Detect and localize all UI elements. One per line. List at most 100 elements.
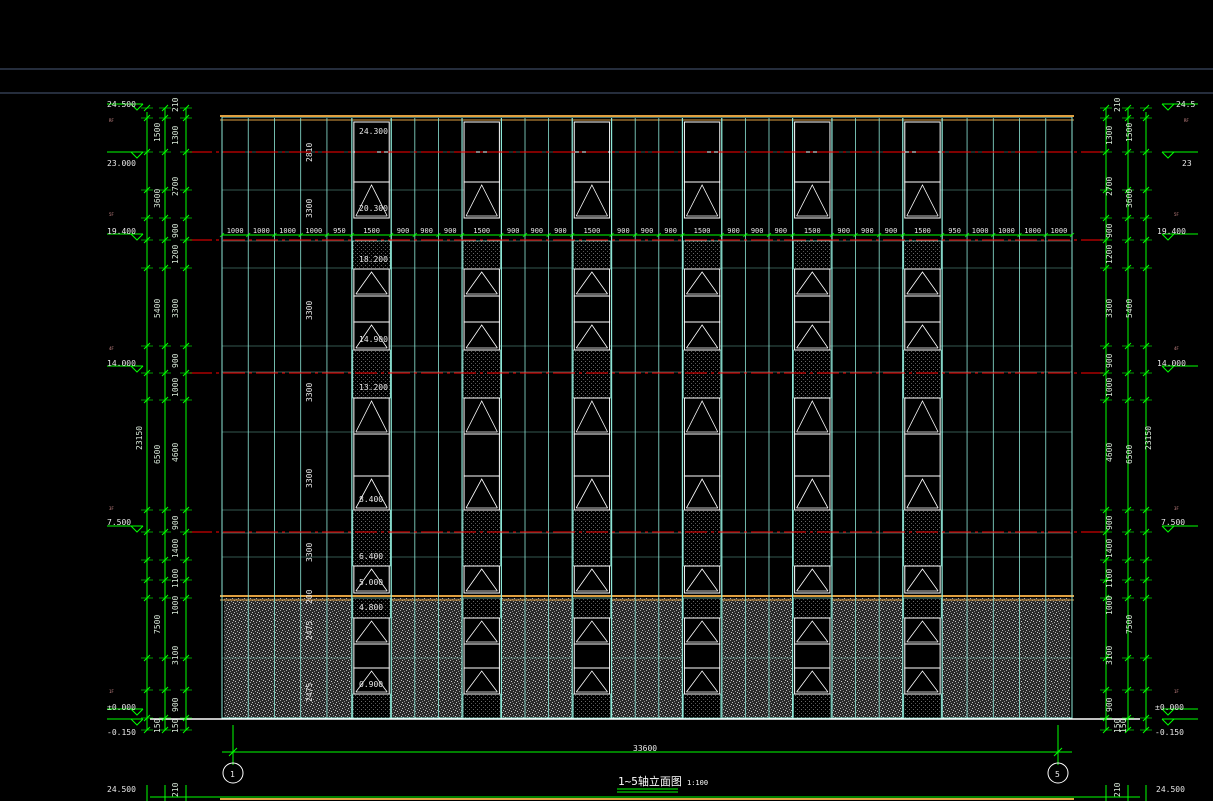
left-elev-2: 23.000 [107,159,136,168]
spandrel-panel [572,349,611,399]
bottom-dimension: 33600 [222,725,1072,765]
right-mid-dim: 7500 [1125,615,1134,634]
window-pane [794,151,831,183]
left-mid-dim: 3600 [153,189,162,208]
left-inner-dim: 1300 [171,126,180,145]
facade-dim-5: 3300 [305,543,314,562]
right-inner-dim: 900 [1105,353,1114,368]
window-elev-14900: 14.900 [359,335,388,344]
bay-dim-label: 900 [420,227,433,235]
window-pane [463,667,500,695]
window-pane [353,643,390,669]
window-pane [904,565,941,594]
floor-tag: 4F [109,346,114,351]
window-pane [463,433,500,477]
floor-tag: 3F [1174,506,1179,511]
right-inner-dim: 1400 [1105,539,1114,558]
window-pane [463,475,500,511]
bay-dim-label: 1000 [279,227,296,235]
spandrel-panel [462,509,501,567]
window-pane [794,268,831,297]
right-mid-dim: 1500 [1125,123,1134,142]
right-elev-below: -0.150 [1155,728,1184,737]
right-inner-dim: 1300 [1105,126,1114,145]
window-elev-20300: 20.300 [359,204,388,213]
right-mid-dim: 5400 [1125,299,1134,318]
left-mid-dim: 6500 [153,445,162,464]
window-pane [904,321,941,351]
window-pane [573,321,611,351]
bay-dim-label: 1000 [1050,227,1067,235]
left-elev-below: -0.150 [107,728,136,737]
bay-dim-label: 900 [444,227,457,235]
window-pane [794,121,831,153]
spandrel-panel [683,597,722,619]
window-elev-6400: 6.400 [359,552,383,561]
window-pane [463,121,500,153]
right-inner-dim: 1200 [1105,245,1114,264]
drawing-title-text: 1~5轴立面图 [618,774,682,788]
window-pane [794,565,831,594]
bay-dim-label: 1500 [914,227,931,235]
window-elev-8400: 8.400 [359,495,383,504]
floor-tag: RF [109,118,114,123]
facade-dim-2: 3300 [305,301,314,320]
window-pane [683,151,721,183]
window-pane [683,667,721,695]
svg-text:5: 5 [1055,770,1060,779]
window-pane [573,181,611,219]
window-pane [683,643,721,669]
window-pane [683,295,721,323]
facade-dim-0: 2810 [305,143,314,162]
right-inner-dim: 210 [1113,97,1122,112]
left-elev-5: 7.500 [107,518,131,527]
right-elev-5: 7.500 [1161,518,1185,527]
right-mid-dim: 3600 [1125,189,1134,208]
spandrel-panel [793,349,832,399]
right-inner-dim: 1000 [1105,596,1114,615]
facade-dim-8: 2475 [305,683,314,702]
window-pane [683,121,721,153]
window-elev-18200: 18.200 [359,255,388,264]
spandrel-panel [572,693,611,719]
spandrel-panel [572,597,611,619]
spandrel-panel [903,597,942,619]
facade-dim-6: 200 [305,589,314,604]
left-inner-dim-texts: 210 1300 2700 900 1200 3300 900 1000 460… [171,97,180,733]
spandrel-panel [903,509,942,567]
svg-text:210: 210 [171,782,180,797]
facade-dim-7: 2475 [305,621,314,640]
total-width-dim: 33600 [633,744,657,753]
left-inner-dim: 210 [171,97,180,112]
left-inner-dim: 4600 [171,443,180,462]
floor-tag: 5F [109,212,114,217]
window-pane [463,181,500,219]
spandrel-panel [903,349,942,399]
elevation-marker [130,718,144,726]
window-pane [794,295,831,323]
spandrel-panel [462,693,501,719]
window-column [902,118,943,719]
facade-dim-1: 3300 [305,199,314,218]
window-pane [573,121,611,153]
spandrel-panel [572,240,611,270]
left-inner-dim: 3100 [171,646,180,665]
bay-dim-label: 900 [885,227,898,235]
window-pane [794,667,831,695]
window-pane [904,397,941,435]
bay-dim-label: 1500 [804,227,821,235]
window-pane [463,268,500,297]
bay-dim-label: 1000 [227,227,244,235]
drawing-title: 1~5轴立面图 1:100 [617,774,708,793]
bay-dim-label: 900 [397,227,410,235]
spandrel-panel [793,240,832,270]
right-inner-dim: 1000 [1105,378,1114,397]
right-inner-dim: 2700 [1105,177,1114,196]
bay-dim-label: 1000 [972,227,989,235]
window-pane [683,617,721,645]
bay-dim-label: 900 [554,227,567,235]
right-mid-dim-texts: 1500 3600 5400 6500 7500 150 [1119,123,1134,733]
floor-tag: 4F [1174,346,1179,351]
window-pane [463,295,500,323]
spandrel-panel [683,349,722,399]
